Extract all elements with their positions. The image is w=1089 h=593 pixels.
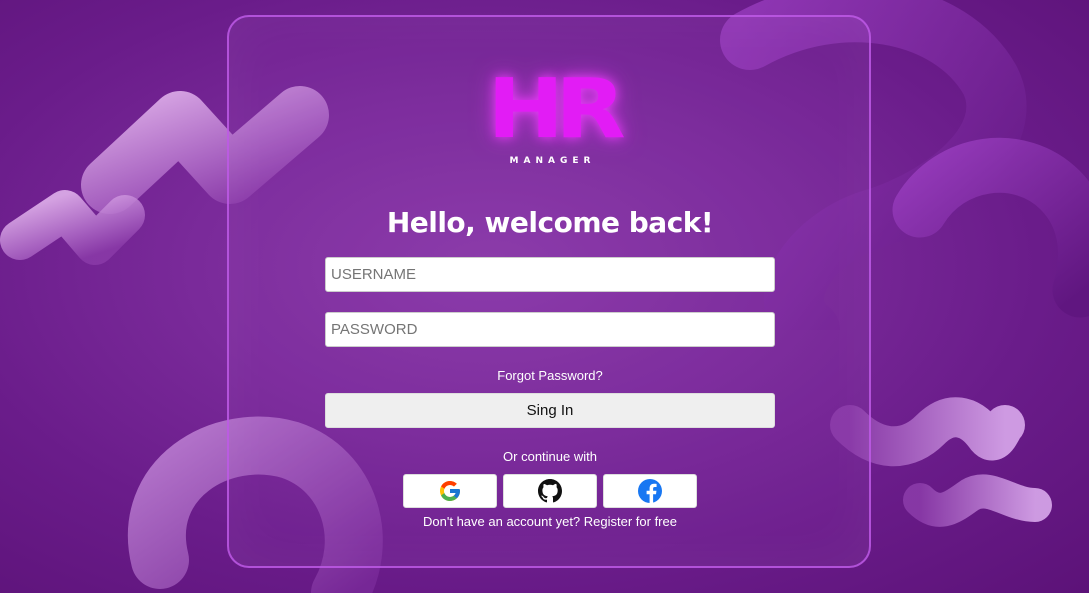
logo-mark: HR (487, 62, 626, 157)
sign-in-button[interactable]: Sing In (325, 393, 775, 428)
google-login-button[interactable] (403, 474, 497, 508)
hr-manager-logo: HR MANAGER (487, 66, 626, 184)
github-login-button[interactable] (503, 474, 597, 508)
facebook-icon (638, 479, 662, 503)
welcome-heading: Hello, welcome back! (386, 206, 714, 239)
facebook-login-button[interactable] (603, 474, 697, 508)
logo-subtitle: MANAGER (509, 156, 596, 166)
password-input[interactable] (325, 312, 775, 347)
continue-with-label: Or continue with (503, 449, 597, 464)
register-link[interactable]: Don't have an account yet? Register for … (325, 514, 775, 529)
google-icon (440, 481, 460, 501)
username-input[interactable] (325, 257, 775, 292)
github-icon (538, 479, 562, 503)
forgot-password-link[interactable]: Forgot Password? (325, 368, 775, 383)
